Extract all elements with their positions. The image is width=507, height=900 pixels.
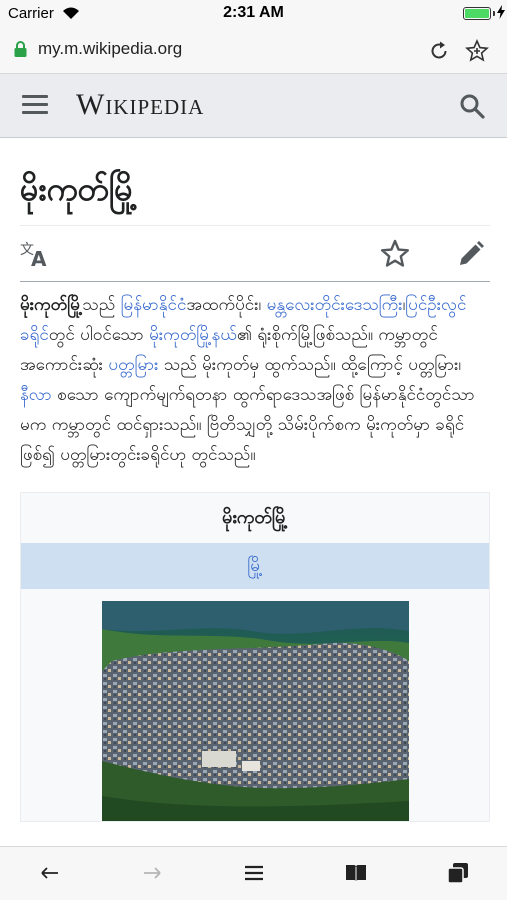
- search-icon[interactable]: [459, 93, 485, 119]
- charging-icon: [497, 5, 505, 19]
- infobox-type-link[interactable]: မြို့: [247, 556, 262, 576]
- reading-list-book-icon[interactable]: [344, 861, 368, 885]
- infobox: မိုးကုတ်မြို့ မြို့: [20, 492, 490, 822]
- reload-icon[interactable]: [428, 40, 450, 62]
- back-arrow-icon[interactable]: [38, 861, 62, 885]
- infobox-type-row: မြို့: [21, 543, 489, 589]
- link-mogok-township[interactable]: မိုးကုတ်မြို့နယ်: [149, 325, 237, 345]
- lock-icon: [14, 41, 27, 57]
- link-sapphire[interactable]: နီလာ: [20, 385, 52, 405]
- status-bar: Carrier 2:31 AM: [0, 0, 507, 28]
- browser-toolbar: [0, 846, 507, 900]
- forward-arrow-icon[interactable]: [140, 861, 164, 885]
- svg-text:A: A: [31, 247, 47, 268]
- watch-star-icon[interactable]: [380, 239, 410, 269]
- link-mandalay-region[interactable]: မန္တလေးတိုင်းဒေသကြီး: [267, 295, 403, 315]
- edit-pencil-icon[interactable]: [456, 239, 486, 269]
- hamburger-menu-icon[interactable]: [22, 95, 48, 117]
- town-photo-illustration: [102, 601, 409, 821]
- wiki-header: Wikipedia: [0, 74, 507, 138]
- town-aerial-photo[interactable]: [102, 601, 409, 821]
- main-content: မိုးကုတ်မြို့ 文 A မိုးကုတ်မြို့သည် မြန်မ…: [20, 138, 490, 822]
- infobox-title: မိုးကုတ်မြို့: [221, 507, 289, 528]
- url-text[interactable]: my.m.wikipedia.org: [38, 39, 182, 59]
- tabs-icon[interactable]: [446, 861, 470, 885]
- menu-lines-icon[interactable]: [242, 861, 266, 885]
- link-myanmar[interactable]: မြန်မာနိုင်ငံ: [121, 295, 187, 315]
- bookmark-star-icon[interactable]: [465, 39, 489, 63]
- article-lead-paragraph: မိုးကုတ်မြို့သည် မြန်မာနိုင်ငံအထက်ပိုင်း…: [20, 295, 475, 465]
- article-subject: မိုးကုတ်မြို့: [20, 295, 83, 315]
- link-ruby[interactable]: ပတ္တမြား: [108, 355, 158, 375]
- battery-icon: [463, 7, 491, 20]
- wikipedia-wordmark[interactable]: Wikipedia: [76, 88, 204, 122]
- browser-url-bar[interactable]: my.m.wikipedia.org: [0, 28, 507, 74]
- language-icon[interactable]: 文 A: [20, 240, 52, 268]
- clock: 2:31 AM: [223, 4, 284, 21]
- page-title: မိုးကုတ်မြို့: [20, 138, 490, 226]
- page-actions: 文 A: [20, 226, 490, 282]
